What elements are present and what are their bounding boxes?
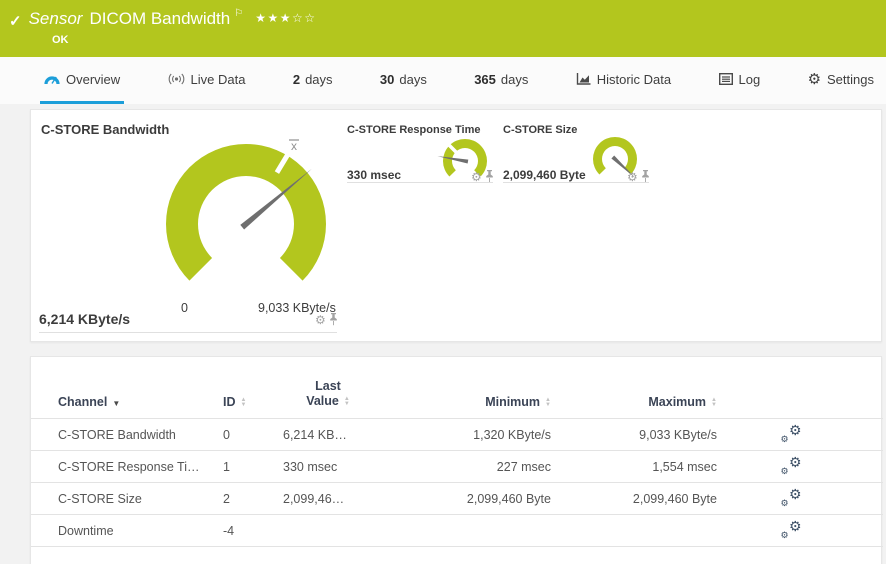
sorted-desc-icon: ▼ xyxy=(112,399,120,408)
channel-name: C-STORE Size xyxy=(31,483,223,515)
table-row-bandwidth[interactable]: C-STORE Bandwidth 0 6,214 KB… 1,320 KByt… xyxy=(31,419,883,451)
tab-number: 2 xyxy=(293,72,300,87)
channel-last-value: 330 msec xyxy=(283,451,373,483)
tab-2-days[interactable]: 2 days xyxy=(289,57,337,104)
tab-label: Overview xyxy=(66,72,120,87)
live-broadcast-icon xyxy=(168,73,185,85)
edit-channel-gears-icon[interactable]: ⚙⚙ xyxy=(781,424,802,443)
gauge-title-size: C-STORE Size xyxy=(503,124,577,136)
tab-30-days[interactable]: 30 days xyxy=(376,57,431,104)
column-header-actions xyxy=(739,357,883,419)
sort-arrows-icon: ▲▼ xyxy=(344,397,350,407)
tab-live-data[interactable]: Live Data xyxy=(164,57,250,104)
channel-name: C-STORE Response Ti… xyxy=(31,451,223,483)
column-label: Value xyxy=(306,394,339,408)
tab-label: Settings xyxy=(827,72,874,87)
column-label: Maximum xyxy=(648,395,706,409)
ok-check-icon: ✓ xyxy=(9,12,22,30)
scale-min-label: 0 xyxy=(181,301,188,315)
tab-label: days xyxy=(399,72,426,87)
tab-label: days xyxy=(305,72,332,87)
table-row-size[interactable]: C-STORE Size 2 2,099,46… 2,099,460 Byte … xyxy=(31,483,883,515)
sort-arrows-icon: ▲▼ xyxy=(545,398,551,408)
channel-last-value: 6,214 KB… xyxy=(283,419,373,451)
channel-id: 2 xyxy=(223,483,283,515)
tab-label: Historic Data xyxy=(597,72,671,87)
gauge-icon xyxy=(44,73,60,86)
gauge-needle xyxy=(437,156,468,163)
channel-minimum xyxy=(373,515,573,547)
tab-log[interactable]: Log xyxy=(715,57,765,104)
channel-maximum: 9,033 KByte/s xyxy=(573,419,739,451)
tab-label: Log xyxy=(739,72,761,87)
tab-historic-data[interactable]: Historic Data xyxy=(572,57,675,104)
widget-gear-icon[interactable]: ⚙ xyxy=(627,171,638,183)
channel-name: Downtime xyxy=(31,515,223,547)
channel-maximum xyxy=(573,515,739,547)
channel-minimum: 227 msec xyxy=(373,451,573,483)
historic-chart-icon xyxy=(576,73,591,86)
status-ok-label: OK xyxy=(52,34,886,46)
column-label: ID xyxy=(223,395,236,409)
channel-last-value xyxy=(283,515,373,547)
edit-channel-gears-icon[interactable]: ⚙⚙ xyxy=(781,520,802,539)
tab-overview[interactable]: Overview xyxy=(40,57,124,104)
flag-icon[interactable]: ⚐ xyxy=(234,8,243,19)
size-current-value: 2,099,460 Byte xyxy=(503,168,586,182)
channel-maximum: 2,099,460 Byte xyxy=(573,483,739,515)
gauges-panel: C-STORE Bandwidth x 0 9,033 KByte/s 6,21… xyxy=(30,109,882,342)
tab-bar: Overview Live Data 2 days 30 days 365 da… xyxy=(0,57,886,104)
column-label: Last xyxy=(283,379,373,394)
column-label: Channel xyxy=(58,395,107,409)
tab-label: days xyxy=(501,72,528,87)
table-header-row: Channel ▼ ID ▲▼ Last Value ▲▼ Minimum ▲▼ Max… xyxy=(31,357,883,419)
column-header-minimum[interactable]: Minimum ▲▼ xyxy=(373,357,573,419)
column-header-last-value[interactable]: Last Value ▲▼ xyxy=(283,357,373,419)
divider xyxy=(347,182,493,183)
table-row-downtime[interactable]: Downtime -4 ⚙⚙ xyxy=(31,515,883,547)
channel-maximum: 1,554 msec xyxy=(573,451,739,483)
page-content: C-STORE Bandwidth x 0 9,033 KByte/s 6,21… xyxy=(0,104,886,564)
channel-name: C-STORE Bandwidth xyxy=(31,419,223,451)
tab-number: 365 xyxy=(474,72,496,87)
sensor-status-header: ✓ Sensor DICOM Bandwidth ⚐ ★★★☆☆ OK xyxy=(0,0,886,57)
response-time-current-value: 330 msec xyxy=(347,168,401,182)
tab-label: Live Data xyxy=(191,72,246,87)
widget-gear-icon[interactable]: ⚙ xyxy=(315,314,326,326)
gauge-title-response-time: C-STORE Response Time xyxy=(347,124,480,136)
tab-number: 30 xyxy=(380,72,394,87)
widget-pin-icon[interactable] xyxy=(329,313,338,326)
log-list-icon xyxy=(719,73,733,85)
settings-gear-icon: ⚙ xyxy=(808,72,821,87)
edit-channel-gears-icon[interactable]: ⚙⚙ xyxy=(781,456,802,475)
mean-marker-label: x xyxy=(291,139,297,153)
channel-id: 1 xyxy=(223,451,283,483)
widget-gear-icon[interactable]: ⚙ xyxy=(471,171,482,183)
channel-last-value: 2,099,46… xyxy=(283,483,373,515)
edit-channel-gears-icon[interactable]: ⚙⚙ xyxy=(781,488,802,507)
divider xyxy=(39,332,337,333)
tab-settings[interactable]: ⚙ Settings xyxy=(804,57,878,104)
channel-id: 0 xyxy=(223,419,283,451)
sensor-kind-label: Sensor xyxy=(29,9,83,29)
table-row-response-time[interactable]: C-STORE Response Ti… 1 330 msec 227 msec… xyxy=(31,451,883,483)
bandwidth-gauge: x xyxy=(146,134,346,314)
column-label: Minimum xyxy=(485,395,540,409)
column-header-id[interactable]: ID ▲▼ xyxy=(223,357,283,419)
column-header-maximum[interactable]: Maximum ▲▼ xyxy=(573,357,739,419)
sort-arrows-icon: ▲▼ xyxy=(241,398,247,408)
bandwidth-current-value: 6,214 KByte/s xyxy=(39,311,130,327)
channel-minimum: 2,099,460 Byte xyxy=(373,483,573,515)
channel-table: Channel ▼ ID ▲▼ Last Value ▲▼ Minimum ▲▼ Max… xyxy=(31,357,883,547)
priority-star-rating[interactable]: ★★★☆☆ xyxy=(255,11,316,25)
channel-table-panel: Channel ▼ ID ▲▼ Last Value ▲▼ Minimum ▲▼ Max… xyxy=(30,356,882,564)
sensor-title: DICOM Bandwidth xyxy=(89,9,230,29)
tab-365-days[interactable]: 365 days xyxy=(470,57,532,104)
channel-id: -4 xyxy=(223,515,283,547)
channel-minimum: 1,320 KByte/s xyxy=(373,419,573,451)
divider xyxy=(503,182,649,183)
bandwidth-widget-controls: ⚙ xyxy=(315,313,338,326)
column-header-channel[interactable]: Channel ▼ xyxy=(31,357,223,419)
sort-arrows-icon: ▲▼ xyxy=(711,398,717,408)
